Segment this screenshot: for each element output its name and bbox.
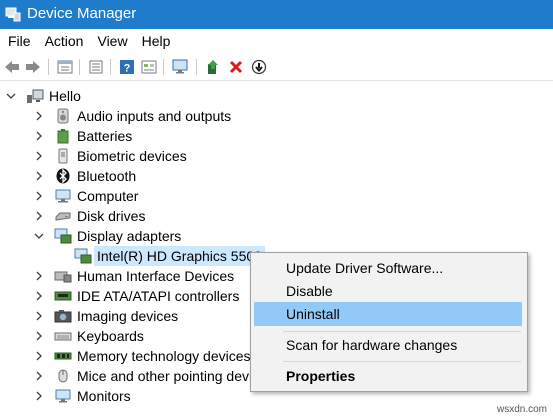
watermark-text: wsxdn.com [496,404,547,415]
chevron-down-icon[interactable] [34,231,44,241]
properties-grid-icon[interactable] [56,58,74,76]
menu-file[interactable]: File [0,29,38,54]
menu-item-uninstall[interactable]: Uninstall [254,302,522,326]
context-menu: Update Driver Software... Disable Uninst… [250,252,528,392]
menu-separator [283,331,521,332]
chevron-right-icon[interactable] [34,371,44,381]
category-label: Audio inputs and outputs [77,108,232,124]
tree-category-bluetooth[interactable]: Bluetooth [34,166,136,186]
refresh-grid-icon[interactable] [140,58,158,76]
view-list-icon[interactable] [87,58,105,76]
forward-arrow-icon[interactable] [24,58,42,76]
category-label: Human Interface Devices [77,268,235,284]
fingerprint-icon [54,148,72,164]
memory-icon [54,348,72,364]
title-bar: Device Manager [0,0,553,29]
hid-icon [54,268,72,284]
tree-category-batteries[interactable]: Batteries [34,126,132,146]
display-adapter-icon [74,248,92,264]
tree-category-display-adapters[interactable]: Display adapters [34,226,181,246]
uninstall-x-icon[interactable] [227,58,245,76]
disable-device-icon[interactable] [250,58,268,76]
category-label: Display adapters [77,228,182,244]
category-label: IDE ATA/ATAPI controllers [77,288,240,304]
menu-item-properties[interactable]: Properties [254,364,522,388]
chevron-right-icon[interactable] [34,291,44,301]
tree-category-computer[interactable]: Computer [34,186,138,206]
toolbar-separator [110,59,111,75]
device-label: Intel(R) HD Graphics 5500 [94,246,265,266]
menu-help[interactable]: Help [135,29,178,54]
chevron-right-icon[interactable] [34,191,44,201]
back-arrow-icon[interactable] [3,58,21,76]
category-label: Bluetooth [77,168,137,184]
toolbar-separator [196,59,197,75]
menu-item-disable[interactable]: Disable [254,279,522,303]
chevron-down-icon[interactable] [6,91,16,101]
category-label: Batteries [77,128,133,144]
tree-category-hid[interactable]: Human Interface Devices [34,266,234,286]
chevron-right-icon[interactable] [34,131,44,141]
disk-icon [54,208,72,224]
chevron-right-icon[interactable] [34,211,44,221]
speaker-icon [54,108,72,124]
menu-item-scan-hardware[interactable]: Scan for hardware changes [254,333,522,357]
mouse-icon [54,368,72,384]
monitor-icon [54,388,72,404]
tree-root-label: Hello [49,88,81,104]
keyboard-icon [54,328,72,344]
menu-view[interactable]: View [90,29,134,54]
computer-icon [54,188,72,204]
chevron-right-icon[interactable] [34,271,44,281]
device-manager-icon [5,7,21,22]
chevron-right-icon[interactable] [34,171,44,181]
chevron-right-icon[interactable] [34,151,44,161]
chevron-right-icon[interactable] [34,331,44,341]
category-label: Imaging devices [77,308,179,324]
tree-root[interactable]: Hello [6,86,81,106]
tree-category-imaging[interactable]: Imaging devices [34,306,178,326]
chevron-right-icon[interactable] [34,311,44,321]
category-label: Memory technology devices [77,348,251,364]
tree-device-intel-hd-graphics[interactable]: Intel(R) HD Graphics 5500 [74,246,265,266]
menu-separator [283,361,521,362]
bluetooth-icon [54,168,72,184]
tree-category-keyboards[interactable]: Keyboards [34,326,144,346]
category-label: Disk drives [77,208,146,224]
chevron-right-icon[interactable] [34,351,44,361]
chevron-right-icon[interactable] [34,391,44,401]
camera-icon [54,308,72,324]
help-icon[interactable]: ? [118,58,136,76]
toolbar-separator [79,59,80,75]
category-label: Biometric devices [77,148,187,164]
category-label: Keyboards [77,328,144,344]
battery-icon [54,128,72,144]
category-label: Monitors [77,388,131,404]
tree-category-biometric[interactable]: Biometric devices [34,146,187,166]
update-driver-icon[interactable] [204,58,222,76]
chevron-right-icon[interactable] [34,111,44,121]
category-label: Computer [77,188,139,204]
tree-category-ide[interactable]: IDE ATA/ATAPI controllers [34,286,239,306]
tree-category-disk-drives[interactable]: Disk drives [34,206,145,226]
tree-category-audio[interactable]: Audio inputs and outputs [34,106,231,126]
svg-text:?: ? [124,63,131,75]
category-label: Mice and other pointing devices [77,368,274,384]
toolbar-separator [48,59,49,75]
menu-bar: File Action View Help [0,29,553,54]
tree-category-mice[interactable]: Mice and other pointing devices [34,366,274,386]
display-adapter-icon [54,228,72,244]
monitor-scan-icon[interactable] [172,58,190,76]
tree-category-monitors[interactable]: Monitors [34,386,131,406]
menu-item-update-driver[interactable]: Update Driver Software... [254,256,522,280]
computer-root-icon [26,88,44,104]
ide-controller-icon [54,288,72,304]
toolbar-separator [163,59,164,75]
toolbar: ? [0,54,553,81]
menu-action[interactable]: Action [38,29,91,54]
window-title: Device Manager [27,5,137,22]
tree-category-memory[interactable]: Memory technology devices [34,346,251,366]
